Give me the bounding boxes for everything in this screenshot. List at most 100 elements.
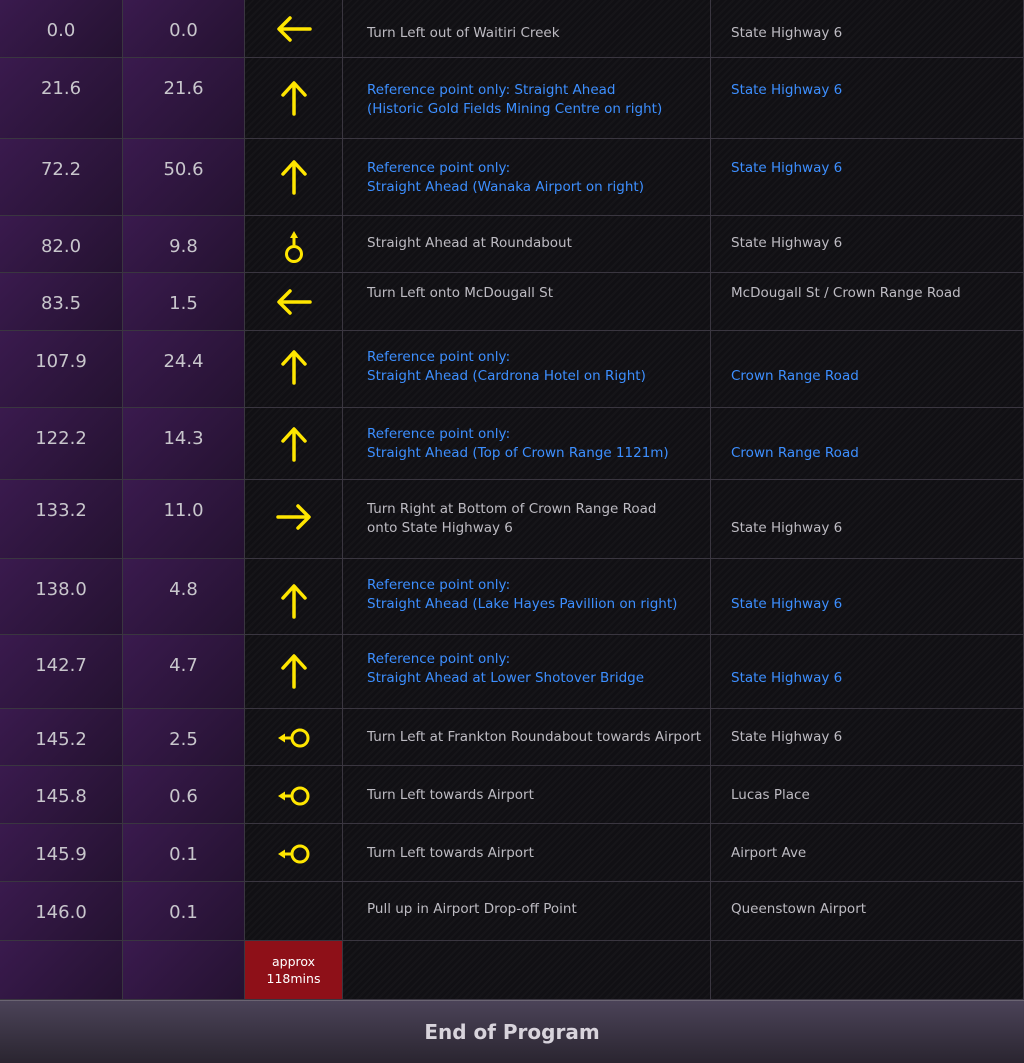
instruction-text: Turn Left out of Waitiri Creek xyxy=(367,25,560,41)
direction-icon-cell xyxy=(245,635,343,709)
road-cell: State Highway 6 xyxy=(711,480,1024,559)
instruction-text: Reference point only: Straight Ahead (To… xyxy=(367,426,669,461)
direction-icon-cell: approx 118mins xyxy=(245,941,343,1000)
road-name: Airport Ave xyxy=(731,845,807,861)
leg-distance: 11.0 xyxy=(163,500,204,521)
leg-distance: 0.1 xyxy=(169,844,198,865)
total-distance-cell: 145.9 xyxy=(0,824,123,882)
approx-duration: 118mins xyxy=(266,971,321,986)
leg-distance-cell: 14.3 xyxy=(123,408,245,480)
approx-label: approx xyxy=(271,954,316,969)
road-name: Lucas Place xyxy=(731,787,810,803)
summary-row: approx 118mins xyxy=(0,941,1024,1000)
total-distance-cell: 0.0 xyxy=(0,0,123,58)
route-row: 72.2 50.6 Reference point only: Straight A… xyxy=(0,139,1024,216)
direction-icon-cell xyxy=(245,709,343,766)
route-row: 145.9 0.1 Turn Left towards Airport Airport… xyxy=(0,824,1024,882)
leg-distance-cell: 0.6 xyxy=(123,766,245,824)
total-distance-cell: 133.2 xyxy=(0,480,123,559)
road-cell: Airport Ave xyxy=(711,824,1024,882)
leg-distance-cell: 4.8 xyxy=(123,559,245,635)
leg-distance: 0.1 xyxy=(169,902,198,923)
leg-distance-cell: 21.6 xyxy=(123,58,245,139)
total-distance: 146.0 xyxy=(35,902,87,923)
direction-icon-cell xyxy=(245,824,343,882)
instruction-text: Reference point only: Straight Ahead at … xyxy=(367,651,645,686)
leg-distance: 24.4 xyxy=(163,351,204,372)
instruction-text: Turn Left onto McDougall St xyxy=(367,285,554,301)
instruction-text: Turn Left at Frankton Roundabout towards… xyxy=(367,729,702,745)
route-row: 145.2 2.5 Turn Left at Frankton Roundabout… xyxy=(0,709,1024,766)
arrow-up-icon xyxy=(279,159,309,199)
route-row: 83.5 1.5 Turn Left onto McDougall St McDoug… xyxy=(0,273,1024,331)
total-distance-cell: 145.2 xyxy=(0,709,123,766)
instruction-text: Reference point only: Straight Ahead (Hi… xyxy=(367,82,663,117)
leg-distance: 4.7 xyxy=(169,655,198,676)
direction-icon-cell xyxy=(245,480,343,559)
arrow-left-icon xyxy=(275,14,313,48)
instruction-cell: Turn Left towards Airport xyxy=(343,766,711,824)
road-name: State Highway 6 xyxy=(731,235,843,251)
leg-distance: 50.6 xyxy=(163,159,204,180)
total-distance: 21.6 xyxy=(40,78,82,99)
direction-icon-cell xyxy=(245,58,343,139)
road-cell: McDougall St / Crown Range Road xyxy=(711,273,1024,331)
instruction-cell: Reference point only: Straight Ahead (Hi… xyxy=(343,58,711,139)
leg-distance-cell xyxy=(123,941,245,1000)
route-row: 142.7 4.7 Reference point only: Straight A… xyxy=(0,635,1024,709)
instruction-cell xyxy=(343,941,711,1000)
arrow-up-icon xyxy=(279,426,309,466)
end-of-program-bar[interactable]: End of Program xyxy=(0,1000,1024,1063)
road-cell: State Highway 6 xyxy=(711,635,1024,709)
road-cell: Crown Range Road xyxy=(711,408,1024,480)
end-of-program-label: End of Program xyxy=(424,1020,600,1044)
total-distance-cell: 146.0 xyxy=(0,882,123,941)
leg-distance-cell: 0.1 xyxy=(123,824,245,882)
leg-distance: 0.6 xyxy=(169,786,198,807)
leg-distance-cell: 1.5 xyxy=(123,273,245,331)
direction-icon-cell xyxy=(245,139,343,216)
total-distance: 0.0 xyxy=(46,20,76,41)
road-name: Crown Range Road xyxy=(731,368,859,384)
total-distance: 133.2 xyxy=(35,500,87,521)
leg-distance-cell: 9.8 xyxy=(123,216,245,273)
road-name: McDougall St / Crown Range Road xyxy=(731,285,961,301)
road-name: State Highway 6 xyxy=(731,729,843,745)
route-row: 145.8 0.6 Turn Left towards Airport Lucas P… xyxy=(0,766,1024,824)
leg-distance-cell: 24.4 xyxy=(123,331,245,408)
roundabout-left-icon xyxy=(275,725,313,755)
instruction-text: Reference point only: Straight Ahead (La… xyxy=(367,577,678,612)
instruction-text: Turn Right at Bottom of Crown Range Road… xyxy=(367,501,657,536)
leg-distance: 21.6 xyxy=(163,78,204,99)
direction-icon-cell xyxy=(245,766,343,824)
road-cell: State Highway 6 xyxy=(711,559,1024,635)
road-cell: State Highway 6 xyxy=(711,0,1024,58)
total-distance-cell: 145.8 xyxy=(0,766,123,824)
route-row: 82.0 9.8 Straight Ahead at Roundabout State… xyxy=(0,216,1024,273)
arrow-up-icon xyxy=(279,349,309,389)
leg-distance-cell: 0.0 xyxy=(123,0,245,58)
instruction-text: Straight Ahead at Roundabout xyxy=(367,235,572,251)
road-cell xyxy=(711,941,1024,1000)
route-row: 0.0 0.0 Turn Left out of Waitiri Creek Stat… xyxy=(0,0,1024,58)
route-row: 146.0 0.1 Pull up in Airport Drop-off Poin… xyxy=(0,882,1024,941)
roundabout-left-icon xyxy=(275,783,313,813)
total-distance: 82.0 xyxy=(40,236,82,257)
instruction-cell: Turn Left onto McDougall St xyxy=(343,273,711,331)
total-distance-cell: 83.5 xyxy=(0,273,123,331)
road-cell: Crown Range Road xyxy=(711,331,1024,408)
road-cell: State Highway 6 xyxy=(711,216,1024,273)
total-distance-cell: 138.0 xyxy=(0,559,123,635)
roundabout-straight-icon xyxy=(282,228,306,268)
total-distance-cell xyxy=(0,941,123,1000)
leg-distance-cell: 0.1 xyxy=(123,882,245,941)
road-cell: State Highway 6 xyxy=(711,58,1024,139)
total-distance: 107.9 xyxy=(35,351,87,372)
instruction-cell: Turn Left out of Waitiri Creek xyxy=(343,0,711,58)
instruction-text: Turn Left towards Airport xyxy=(367,845,534,861)
instruction-cell: Reference point only: Straight Ahead (Ca… xyxy=(343,331,711,408)
total-distance: 145.9 xyxy=(35,844,87,865)
total-distance: 145.2 xyxy=(35,729,87,750)
route-row: 122.2 14.3 Reference point only: Straight … xyxy=(0,408,1024,480)
total-distance: 145.8 xyxy=(35,786,87,807)
